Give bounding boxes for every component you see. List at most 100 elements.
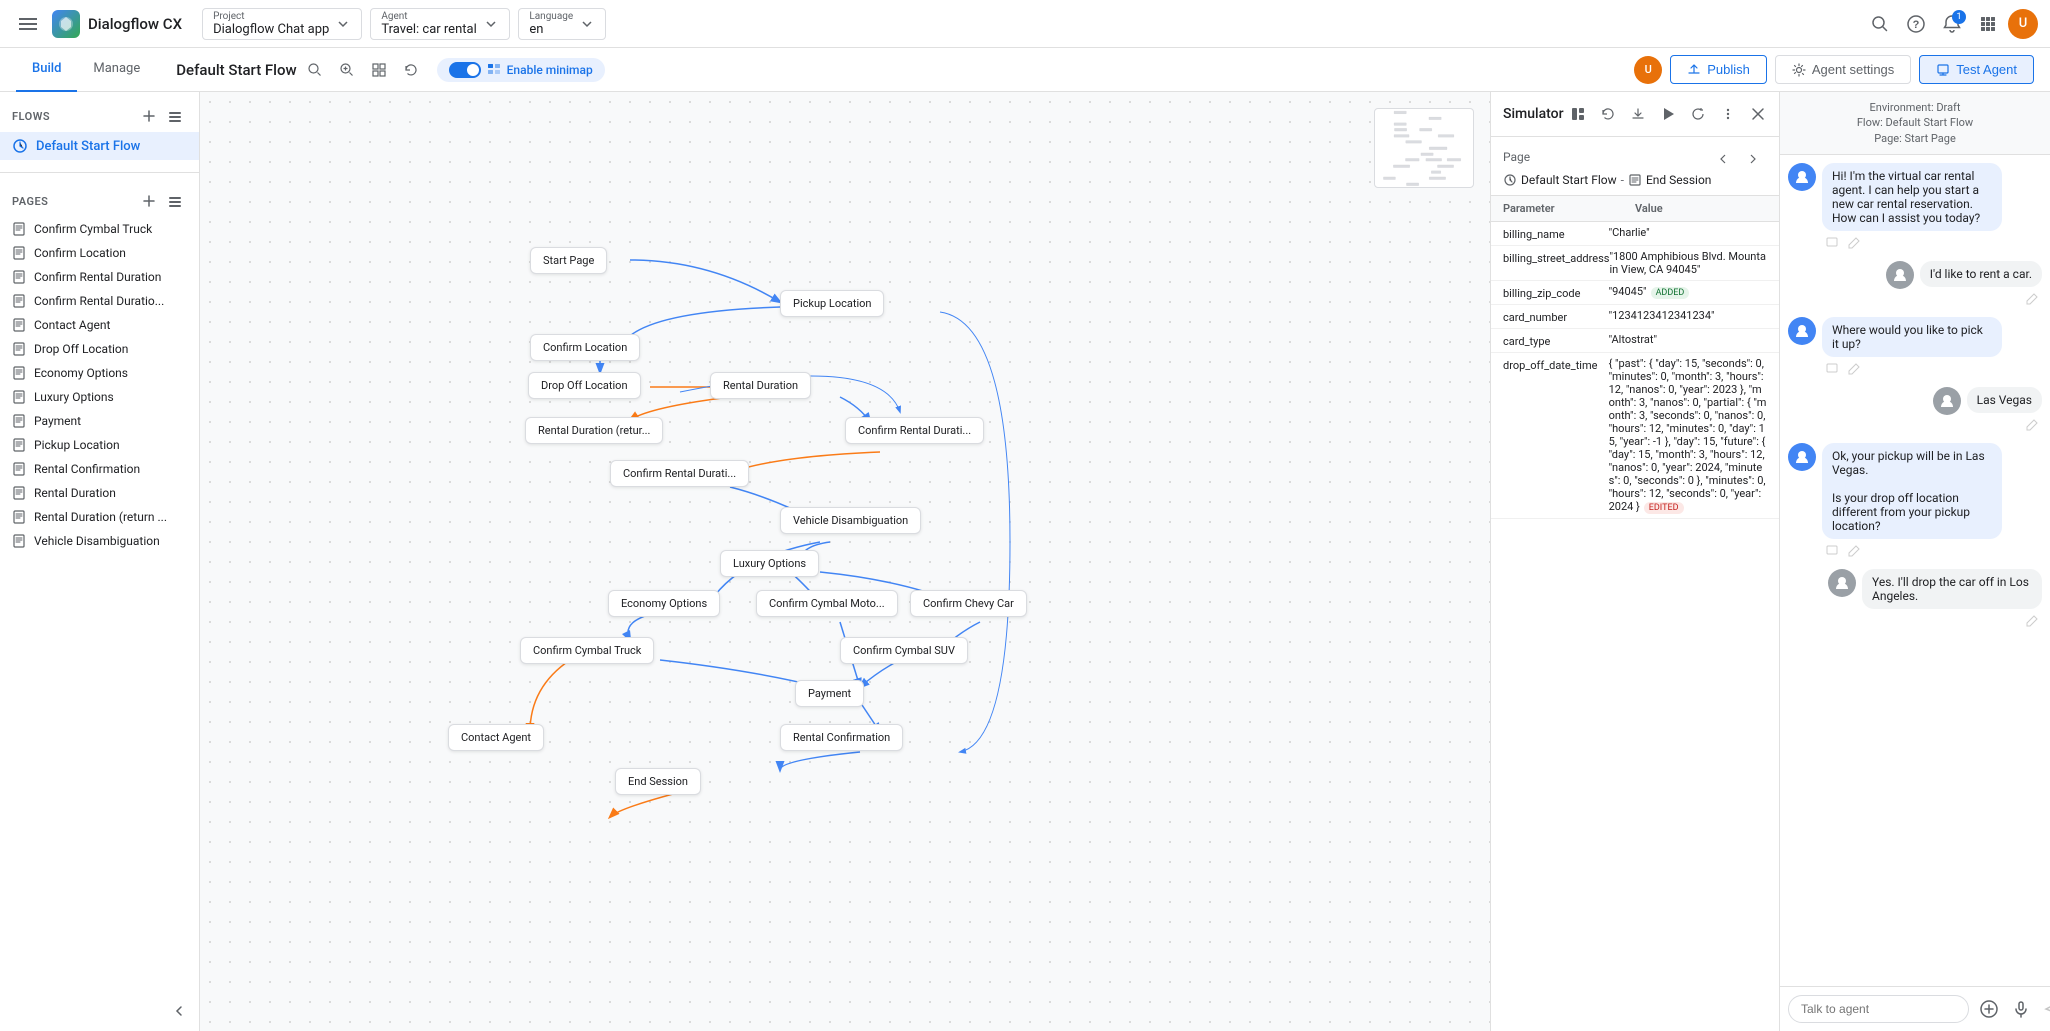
language-value: en xyxy=(529,22,573,37)
agent-avatar xyxy=(1788,443,1816,471)
chat-messages: Hi! I'm the virtual car rental agent. I … xyxy=(1780,155,2050,986)
sim-layout-button[interactable] xyxy=(1564,100,1592,128)
flow-canvas[interactable]: Start Page Pickup Location Confirm Locatio… xyxy=(200,92,1490,1031)
flow-node-contact_agent[interactable]: Contact Agent xyxy=(448,724,544,751)
pages-section: PAGES Confirm Cymbal Truck Confirm Locat… xyxy=(0,177,199,999)
page-item[interactable]: Contact Agent xyxy=(0,313,199,337)
test-agent-button[interactable]: Test Agent xyxy=(1919,55,2034,84)
chat-bubble: Ok, your pickup will be in Las Vegas. Is… xyxy=(1822,443,2002,539)
flow-node-confirm_cymbal_moto[interactable]: Confirm Cymbal Moto... xyxy=(756,590,898,617)
flows-title: FLOWS xyxy=(12,110,50,123)
flow-node-pickup[interactable]: Pickup Location xyxy=(780,290,884,317)
agent-dropdown[interactable]: Agent Travel: car rental xyxy=(370,8,510,40)
message-edit-button[interactable] xyxy=(1844,233,1864,253)
page-item[interactable]: Luxury Options xyxy=(0,385,199,409)
flow-node-rental_dur[interactable]: Rental Duration xyxy=(710,372,811,399)
page-item[interactable]: Rental Confirmation xyxy=(0,457,199,481)
help-button[interactable]: ? xyxy=(1900,8,1932,40)
undo-button[interactable] xyxy=(397,56,425,84)
flows-more-button[interactable] xyxy=(163,104,187,128)
chat-input[interactable] xyxy=(1788,995,1969,1023)
hamburger-button[interactable] xyxy=(12,8,44,40)
flow-node-rental_confirm[interactable]: Rental Confirmation xyxy=(780,724,903,751)
env-text: Environment: Draft Flow: Default Start F… xyxy=(1792,100,2038,146)
manage-tab[interactable]: Manage xyxy=(77,48,156,92)
flow-node-economy[interactable]: Economy Options xyxy=(608,590,720,617)
sidebar-collapse-button[interactable] xyxy=(167,999,191,1023)
sim-close-button[interactable] xyxy=(1744,100,1772,128)
sim-undo-button[interactable] xyxy=(1594,100,1622,128)
flow-node-end_session[interactable]: End Session xyxy=(615,768,701,795)
sim-more-button[interactable] xyxy=(1714,100,1742,128)
page-item[interactable]: Confirm Location xyxy=(0,241,199,265)
project-dropdown[interactable]: Project Dialogflow Chat app xyxy=(202,8,362,40)
user-avatar xyxy=(1933,387,1961,415)
flow-node-confirm_rental_dur2[interactable]: Confirm Rental Durati... xyxy=(610,460,749,487)
default-flow-item[interactable]: Default Start Flow xyxy=(0,132,199,160)
flow-title: Default Start Flow xyxy=(176,61,296,79)
toolbar-avatar[interactable]: U xyxy=(1634,56,1662,84)
agent-settings-button[interactable]: Agent settings xyxy=(1775,55,1911,84)
zoom-fit-button[interactable] xyxy=(365,56,393,84)
page-item[interactable]: Confirm Rental Duration xyxy=(0,265,199,289)
add-page-button[interactable] xyxy=(137,189,161,213)
flow-node-payment[interactable]: Payment xyxy=(795,680,864,707)
apps-button[interactable] xyxy=(1972,8,2004,40)
sim-reload-button[interactable] xyxy=(1684,100,1712,128)
page-item[interactable]: Payment xyxy=(0,409,199,433)
flow-node-confirm_loc[interactable]: Confirm Location xyxy=(530,334,640,361)
nav-icons: ? 1 U xyxy=(1864,8,2038,40)
user-avatar[interactable]: U xyxy=(2008,9,2038,39)
left-sidebar: FLOWS Default Start Flow PAGES xyxy=(0,92,200,1031)
language-dropdown[interactable]: Language en xyxy=(518,8,606,40)
page-item[interactable]: Pickup Location xyxy=(0,433,199,457)
chat-mic-button[interactable] xyxy=(2007,995,2035,1023)
chat-env-info: Environment: Draft Flow: Default Start F… xyxy=(1780,92,2050,155)
page-item[interactable]: Confirm Rental Duratio... xyxy=(0,289,199,313)
toggle-knob xyxy=(467,64,479,76)
agent-dropdown-wrapper: Agent Travel: car rental xyxy=(370,8,510,40)
page-item[interactable]: Rental Duration (return ... xyxy=(0,505,199,529)
chat-send-button[interactable] xyxy=(2039,995,2050,1023)
message-user-action[interactable] xyxy=(2022,289,2042,309)
search-button[interactable] xyxy=(1864,8,1896,40)
flow-node-confirm_rental_dur1[interactable]: Confirm Rental Durati... xyxy=(845,417,984,444)
flow-node-confirm_cymbal_suv[interactable]: Confirm Cymbal SUV xyxy=(840,637,968,664)
flow-node-rental_dur_ret[interactable]: Rental Duration (retur... xyxy=(525,417,663,444)
message-user-action[interactable] xyxy=(2022,415,2042,435)
flow-node-confirm_cymbal_truck[interactable]: Confirm Cymbal Truck xyxy=(520,637,654,664)
publish-button[interactable]: Publish xyxy=(1670,55,1767,84)
message-action-button[interactable] xyxy=(1822,359,1842,379)
page-item[interactable]: Vehicle Disambiguation xyxy=(0,529,199,553)
page-section: Page Default Start Flow - xyxy=(1491,137,1779,196)
sim-play-button[interactable] xyxy=(1654,100,1682,128)
flow-node-confirm_chevy[interactable]: Confirm Chevy Car xyxy=(910,590,1027,617)
enable-minimap-toggle[interactable]: Enable minimap xyxy=(437,58,605,82)
param-row: card_type "Altostrat" xyxy=(1491,329,1779,353)
param-row: billing_zip_code "94045"ADDED xyxy=(1491,281,1779,305)
add-flow-button[interactable] xyxy=(137,104,161,128)
message-edit-button[interactable] xyxy=(1844,359,1864,379)
flow-node-dropoff[interactable]: Drop Off Location xyxy=(528,372,641,399)
page-item[interactable]: Confirm Cymbal Truck xyxy=(0,217,199,241)
page-item[interactable]: Drop Off Location xyxy=(0,337,199,361)
edited-badge: EDITED xyxy=(1644,502,1684,514)
message-action-button[interactable] xyxy=(1822,541,1842,561)
page-next-button[interactable] xyxy=(1739,145,1767,173)
page-item[interactable]: Rental Duration xyxy=(0,481,199,505)
sim-export-button[interactable] xyxy=(1624,100,1652,128)
build-tab[interactable]: Build xyxy=(16,48,77,92)
pages-more-button[interactable] xyxy=(163,189,187,213)
message-edit-button[interactable] xyxy=(1844,541,1864,561)
flow-node-start[interactable]: Start Page xyxy=(530,247,607,274)
page-item[interactable]: Economy Options xyxy=(0,361,199,385)
flow-node-vehicle_disamb[interactable]: Vehicle Disambiguation xyxy=(780,507,921,534)
chat-add-button[interactable] xyxy=(1975,995,2003,1023)
page-prev-button[interactable] xyxy=(1709,145,1737,173)
flow-node-luxury[interactable]: Luxury Options xyxy=(720,550,819,577)
message-action-button[interactable] xyxy=(1822,233,1842,253)
zoom-search-button[interactable] xyxy=(333,56,361,84)
app-name: Dialogflow CX xyxy=(88,15,182,33)
zoom-magnify-button[interactable] xyxy=(301,56,329,84)
message-user-action[interactable] xyxy=(2022,611,2042,631)
